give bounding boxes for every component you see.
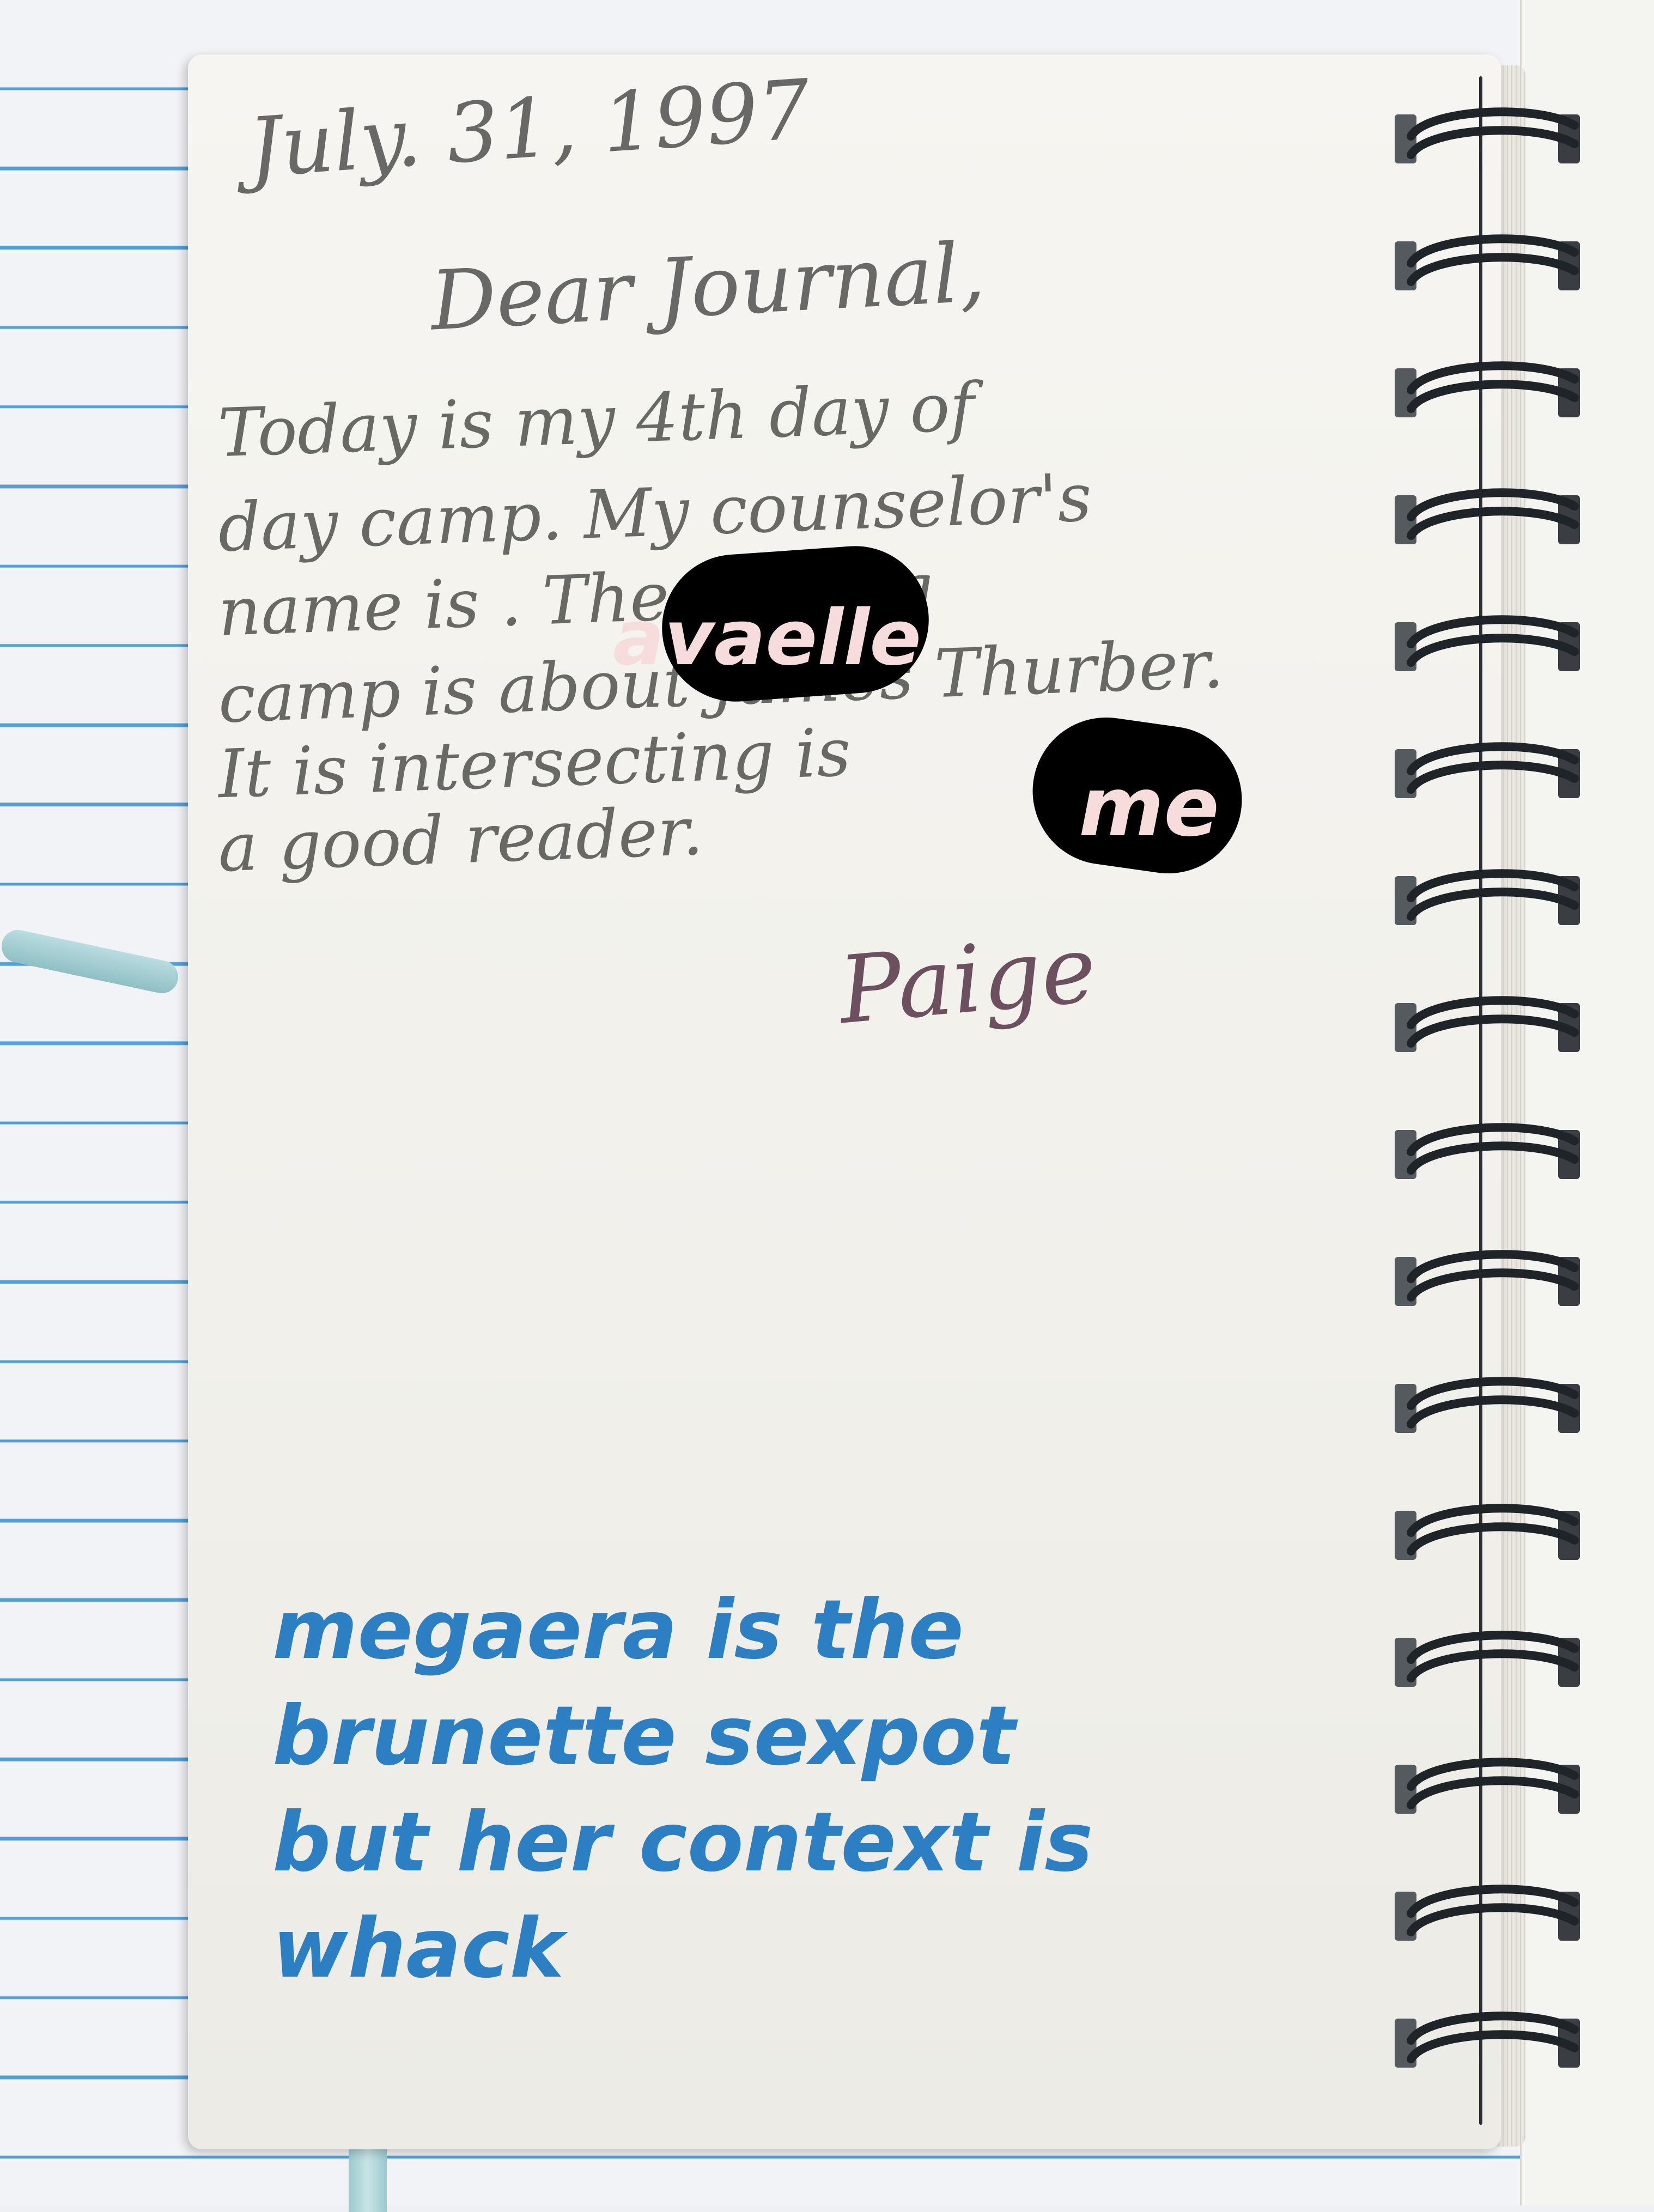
spiral-ring xyxy=(1395,1123,1580,1179)
spiral-ring xyxy=(1395,488,1580,544)
spiral-ring xyxy=(1395,234,1580,290)
caption-text: megaera is the brunette sexpot but her c… xyxy=(272,1577,1416,2002)
spiral-ring xyxy=(1395,107,1580,163)
spiral-ring xyxy=(1395,1631,1580,1687)
spiral-ring xyxy=(1395,742,1580,798)
spiral-ring xyxy=(1395,996,1580,1052)
spiral-ring xyxy=(1395,1885,1580,1941)
overlay-label-name: avaelle xyxy=(613,594,922,683)
caption-line: brunette sexpot xyxy=(272,1689,1015,1784)
caption-line: whack xyxy=(272,1901,564,1996)
journal-signature: Paige xyxy=(835,915,1100,1046)
caption-line: but her context is xyxy=(272,1795,1093,1890)
spiral-ring xyxy=(1395,869,1580,925)
spiral-ring xyxy=(1395,1377,1580,1433)
adjacent-page xyxy=(1520,0,1654,2205)
spiral-ring xyxy=(1395,1250,1580,1306)
spiral-ring xyxy=(1395,615,1580,671)
caption-line: megaera is the xyxy=(272,1583,964,1678)
spiral-ring xyxy=(1395,1758,1580,1814)
overlay-label-me: me xyxy=(1079,760,1220,855)
spiral-ring xyxy=(1395,2012,1580,2068)
spiral-ring xyxy=(1395,361,1580,417)
spiral-ring xyxy=(1395,1504,1580,1560)
